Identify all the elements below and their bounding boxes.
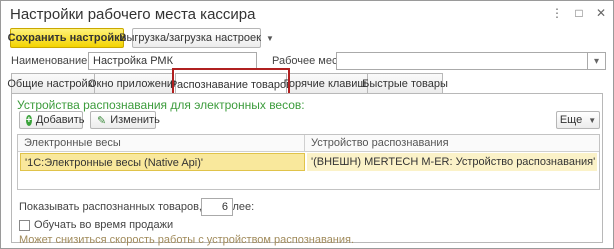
export-import-label: Выгрузка/загрузка настроек [119, 32, 261, 44]
close-icon[interactable]: ✕ [595, 6, 607, 20]
chevron-down-icon: ▼ [265, 33, 274, 43]
table-cell-device[interactable]: '(ВНЕШН) MERTECH M-ER: Устройство распоз… [307, 153, 597, 171]
show-count-input[interactable]: 6 [201, 198, 233, 216]
tab-hotkeys[interactable]: Горячие клавиши [284, 73, 372, 93]
maximize-icon[interactable]: □ [573, 6, 585, 20]
speed-warning-text: Может снизиться скорость работы с устрой… [19, 234, 355, 246]
table-header: Электронные весы Устройство распознавани… [18, 135, 599, 152]
section-title: Устройства распознавания для электронных… [17, 98, 305, 112]
chevron-down-icon: ▼ [588, 115, 597, 125]
workplace-input[interactable] [336, 52, 588, 70]
export-import-button[interactable]: Выгрузка/загрузка настроек ▼ [119, 28, 274, 48]
pencil-icon: ✎ [97, 114, 107, 127]
column-header-device[interactable]: Устройство распознавания [311, 137, 449, 149]
learn-during-sale-label: Обучать во время продажи [34, 219, 174, 231]
tab-general[interactable]: Общие настройки [7, 73, 99, 93]
edit-button-label: Изменить [110, 114, 160, 126]
add-button[interactable]: + Добавить [19, 111, 85, 129]
tab-product-recognition[interactable]: Распознавание товаров [170, 73, 292, 95]
table-cell-scales[interactable]: '1С:Электронные весы (Native Api)' [20, 153, 305, 171]
name-label: Наименование: [11, 55, 91, 67]
recognition-devices-table: Электронные весы Устройство распознавани… [17, 134, 600, 190]
add-circle-icon: + [26, 114, 32, 126]
edit-button[interactable]: ✎ Изменить [90, 111, 160, 129]
tab-app-window[interactable]: Окно приложения [88, 73, 179, 93]
tab-quick-products[interactable]: Быстрые товары [362, 73, 448, 93]
window-controls: ⋮ □ ✕ [551, 6, 607, 20]
column-header-scales[interactable]: Электронные весы [24, 137, 121, 149]
column-separator [304, 135, 305, 151]
workplace-dropdown-button[interactable]: ▾ [588, 52, 606, 70]
add-button-label: Добавить [35, 114, 85, 126]
more-menu-icon[interactable]: ⋮ [551, 6, 563, 20]
save-settings-label: Сохранить настройки [7, 32, 127, 44]
window-title: Настройки рабочего места кассира [10, 6, 256, 23]
settings-window: Настройки рабочего места кассира ⋮ □ ✕ С… [0, 0, 614, 249]
learn-during-sale-checkbox[interactable] [19, 220, 30, 231]
save-settings-button[interactable]: Сохранить настройки [7, 28, 127, 48]
more-button-label: Еще [559, 114, 583, 126]
name-input[interactable]: Настройка РМК [88, 52, 257, 70]
chevron-down-icon: ▾ [593, 55, 600, 67]
table-row[interactable]: '1С:Электронные весы (Native Api)' '(ВНЕ… [20, 153, 597, 171]
more-button[interactable]: Еще ▼ [556, 111, 600, 129]
